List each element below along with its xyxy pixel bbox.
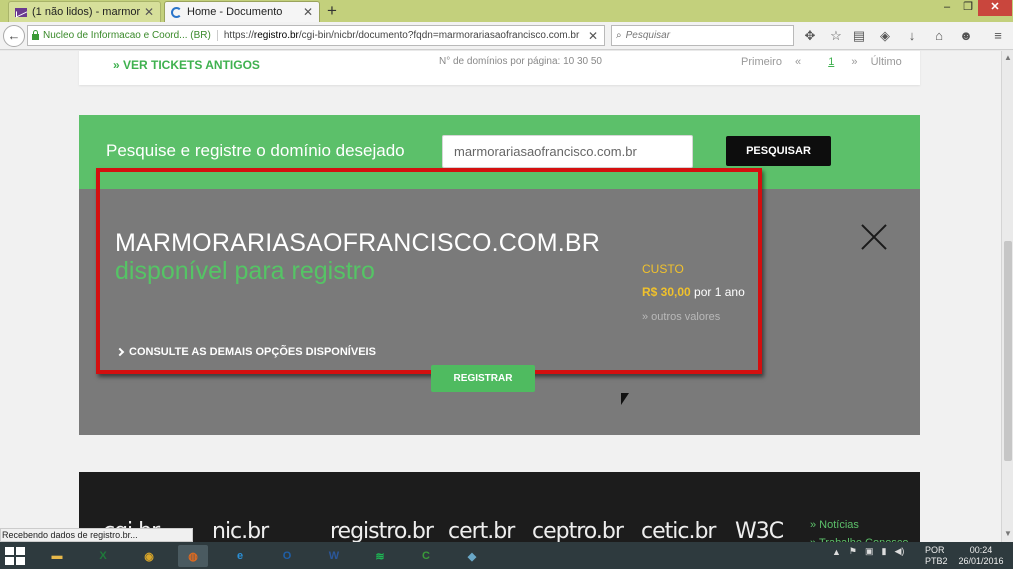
other-options-link[interactable]: CONSULTE AS DEMAIS OPÇÕES DISPONÍVEIS [115, 346, 376, 358]
site-identity[interactable]: Nucleo de Informacao e Coord... (BR) [43, 30, 218, 41]
taskbar-clock[interactable]: 00:24 26/01/2016 [952, 545, 1010, 567]
signal-icon[interactable]: ▮ [882, 546, 887, 557]
bookmark-star-icon[interactable]: ☆ [828, 28, 844, 44]
scroll-thumb[interactable] [1004, 241, 1012, 461]
taskbar-app-ie[interactable]: e [225, 545, 255, 567]
pager-first[interactable]: Primeiro [741, 56, 782, 68]
price-amount: R$ 30,00 [642, 285, 691, 299]
mail-icon [15, 7, 27, 17]
availability-status: disponível para registro [115, 257, 375, 285]
cost-label: CUSTO [642, 262, 684, 276]
tab-title: Home - Documento [187, 6, 283, 18]
taskbar-app-firefox[interactable]: ◍ [178, 545, 208, 567]
pager-prev[interactable]: « [795, 56, 801, 68]
system-tray: ▲ ⚑ ▣ ▮ ◀) [832, 546, 904, 557]
taskbar-app-chrome[interactable]: ◉ [134, 545, 164, 567]
tickets-card: » VER TICKETS ANTIGOS N° de domínios por… [79, 51, 920, 85]
windows-taskbar: ▬ X ◉ ◍ e O W ≋ C ◆ ▲ ⚑ ▣ ▮ ◀) POR PTB2 … [0, 542, 1013, 569]
minimize-button[interactable]: – [939, 0, 955, 16]
search-button[interactable]: PESQUISAR [726, 136, 831, 166]
tab-strip: (1 não lidos) - marmoraria... ✕ Home - D… [0, 0, 1013, 22]
browser-search-input[interactable]: ⌕ Pesquisar [611, 25, 794, 46]
taskbar-app-camtasia[interactable]: C [411, 545, 441, 567]
result-domain-name: MARMORARIASAOFRANCISCO.COM.BR [115, 229, 600, 257]
domain-search-input[interactable] [442, 135, 693, 168]
start-icon[interactable] [4, 546, 26, 566]
pager-current[interactable]: 1 [828, 56, 834, 68]
taskbar-app-explorer[interactable]: ▬ [42, 545, 72, 567]
taskbar-app-excel[interactable]: X [88, 545, 118, 567]
action-center-icon[interactable]: ⚑ [849, 546, 857, 557]
reading-list-icon[interactable]: ▤ [851, 28, 867, 44]
clock-date: 26/01/2016 [958, 556, 1004, 566]
chevron-right-icon [115, 347, 125, 357]
old-tickets-link[interactable]: » VER TICKETS ANTIGOS [113, 58, 260, 72]
stop-loading-icon[interactable]: ✕ [588, 29, 604, 43]
pocket-icon[interactable]: ✥ [802, 28, 818, 44]
taskbar-app-spotify[interactable]: ≋ [365, 545, 395, 567]
home-icon[interactable]: ⌂ [931, 28, 947, 44]
scroll-up-icon[interactable]: ▲ [1003, 53, 1013, 63]
url-text[interactable]: https://registro.br/cgi-bin/nicbr/docume… [224, 30, 588, 41]
new-tab-button[interactable]: + [327, 1, 337, 21]
network-icon[interactable]: ▣ [865, 546, 874, 557]
save-to-pocket-icon[interactable]: ◈ [877, 28, 893, 44]
tab-title: (1 não lidos) - marmoraria... [32, 6, 140, 18]
other-values-link[interactable]: » outros valores [642, 311, 720, 323]
price-period: por 1 ano [694, 285, 745, 299]
tab-home-documento[interactable]: Home - Documento ✕ [164, 1, 320, 22]
taskbar-app-word[interactable]: W [319, 545, 349, 567]
taskbar-app-outlook[interactable]: O [272, 545, 302, 567]
volume-icon[interactable]: ◀) [894, 546, 904, 557]
loading-icon [171, 6, 182, 18]
menu-icon[interactable]: ≡ [990, 28, 1006, 44]
search-heading: Pesquise e registre o domínio desejado [106, 141, 405, 160]
back-button[interactable]: ← [3, 25, 25, 47]
status-bar-text: Recebendo dados de registro.br... [0, 528, 193, 542]
pagination: Primeiro « 1 » Último [741, 56, 912, 68]
taskbar-app-other[interactable]: ◆ [457, 545, 487, 567]
tray-expand-icon[interactable]: ▲ [832, 547, 841, 557]
close-icon[interactable] [860, 223, 888, 251]
other-options-label: CONSULTE AS DEMAIS OPÇÕES DISPONÍVEIS [129, 346, 376, 358]
restore-button[interactable]: ❐ [960, 0, 976, 16]
lock-icon [32, 29, 39, 40]
input-language[interactable]: POR PTB2 [925, 545, 948, 567]
navigation-toolbar: ← Nucleo de Informacao e Coord... (BR) h… [0, 22, 1013, 50]
per-page-selector[interactable]: N° de domínios por página: 10 30 50 [439, 56, 602, 67]
downloads-icon[interactable]: ↓ [904, 28, 920, 44]
search-icon: ⌕ [616, 30, 622, 41]
close-tab-icon[interactable]: ✕ [299, 5, 313, 19]
tab-mail[interactable]: (1 não lidos) - marmoraria... ✕ [8, 1, 161, 22]
pager-next[interactable]: » [851, 56, 857, 68]
price-line: R$ 30,00 por 1 ano [642, 285, 745, 299]
close-tab-icon[interactable]: ✕ [140, 5, 154, 19]
mouse-cursor-icon [621, 393, 629, 405]
pager-last[interactable]: Último [871, 56, 902, 68]
scroll-down-icon[interactable]: ▼ [1003, 529, 1013, 539]
clock-time: 00:24 [969, 545, 993, 555]
address-bar[interactable]: Nucleo de Informacao e Coord... (BR) htt… [27, 25, 605, 46]
hello-icon[interactable]: ☻ [958, 28, 974, 44]
register-button[interactable]: REGISTRAR [431, 365, 535, 392]
close-window-button[interactable]: ✕ [978, 0, 1012, 16]
page-scrollbar[interactable]: ▲ ▼ [1001, 51, 1013, 542]
